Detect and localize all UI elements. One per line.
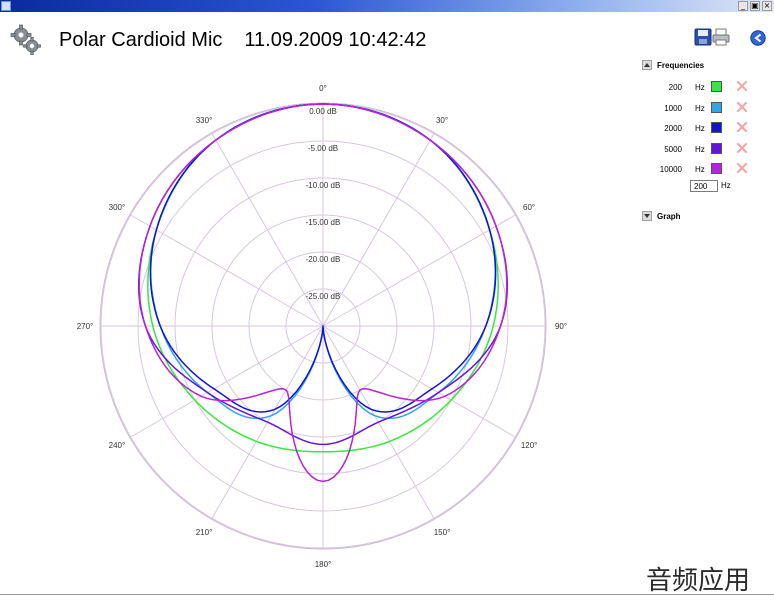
frequencies-label: Frequencies	[657, 60, 705, 70]
angle-label: 60°	[523, 203, 535, 212]
angle-label: 120°	[521, 441, 538, 450]
delete-icon[interactable]	[736, 121, 748, 133]
back-arrow-icon[interactable]	[750, 30, 766, 46]
grid-spoke	[322, 214, 516, 327]
polar-plot-svg: 0° 30° 60° 90° 120° 150° 180° 210° 240° 270° 300° 3…	[77, 84, 567, 569]
frequency-input-unit: Hz	[721, 181, 731, 190]
settings-gears-icon[interactable]	[10, 24, 42, 56]
frequency-input[interactable]	[690, 180, 718, 192]
radial-label: -5.00 dB	[308, 144, 338, 153]
polar-chart: 0° 30° 60° 90° 120° 150° 180° 210° 240° 270° 300° 3…	[0, 80, 640, 580]
close-button[interactable]: ×	[762, 1, 772, 11]
window-titlebar: _ ▣ ×	[0, 0, 774, 12]
page-title: Polar Cardioid Mic 11.09.2009 10:42:42	[59, 29, 426, 52]
frequency-value: 200	[668, 83, 682, 92]
frequency-unit: Hz	[695, 83, 705, 92]
watermark-text: 音频应用	[646, 566, 751, 596]
frequency-value: 10000	[659, 165, 682, 174]
radial-label: -20.00 dB	[306, 255, 341, 264]
radial-label: -10.00 dB	[306, 181, 341, 190]
frequency-value: 1000	[664, 103, 682, 113]
maximize-button[interactable]: ▣	[750, 1, 760, 11]
frequency-unit: Hz	[695, 165, 705, 174]
angle-label: 330°	[196, 116, 213, 125]
frequency-row: 1000 Hz	[640, 101, 774, 115]
bottom-divider	[0, 594, 774, 595]
color-swatch[interactable]	[711, 81, 722, 92]
grid-spoke	[130, 214, 324, 327]
angle-label: 210°	[196, 528, 213, 537]
delete-icon[interactable]	[736, 80, 748, 92]
chevron-up-icon[interactable]	[642, 60, 652, 70]
chart-title: Polar Cardioid Mic	[59, 29, 223, 51]
frequency-row: 200 Hz	[640, 80, 774, 94]
color-swatch[interactable]	[711, 101, 722, 113]
grid-spoke	[130, 325, 324, 438]
delete-icon[interactable]	[736, 142, 748, 154]
frequency-unit: Hz	[695, 144, 705, 154]
measurement-datetime: 11.09.2009 10:42:42	[244, 29, 427, 51]
frequency-row: 10000 Hz	[640, 162, 774, 176]
print-icon[interactable]	[712, 28, 730, 46]
graph-label: Graph	[657, 211, 681, 221]
chevron-down-icon[interactable]	[642, 211, 652, 221]
angle-label: 270°	[77, 322, 94, 331]
frequency-row: 2000 Hz	[640, 121, 774, 135]
grid-spoke	[322, 325, 516, 438]
save-disk-icon[interactable]	[694, 28, 712, 46]
frequency-value: 5000	[664, 144, 682, 154]
frequency-unit: Hz	[695, 103, 705, 113]
color-swatch[interactable]	[711, 122, 722, 133]
delete-icon[interactable]	[736, 101, 748, 113]
angle-label: 300°	[109, 203, 126, 212]
frequency-row: 5000 Hz	[640, 142, 774, 156]
frequency-value: 2000	[664, 124, 682, 133]
color-swatch[interactable]	[711, 142, 722, 154]
color-swatch[interactable]	[711, 163, 722, 174]
radial-label: -25.00 dB	[306, 292, 341, 301]
angle-label: 0°	[319, 84, 327, 93]
angle-label: 30°	[436, 116, 448, 125]
radial-label: 0.00 dB	[309, 107, 337, 116]
graph-header[interactable]: Graph	[642, 210, 681, 222]
frequency-unit: Hz	[695, 124, 705, 133]
minimize-button[interactable]: _	[738, 1, 748, 11]
angle-label: 180°	[315, 560, 332, 569]
angle-label: 90°	[555, 322, 567, 331]
radial-label: -15.00 dB	[306, 218, 341, 227]
angle-label: 240°	[109, 441, 126, 450]
app-icon[interactable]	[1, 1, 11, 11]
frequencies-header[interactable]: Frequencies	[642, 59, 704, 71]
delete-icon[interactable]	[736, 162, 748, 174]
angle-label: 150°	[434, 528, 451, 537]
